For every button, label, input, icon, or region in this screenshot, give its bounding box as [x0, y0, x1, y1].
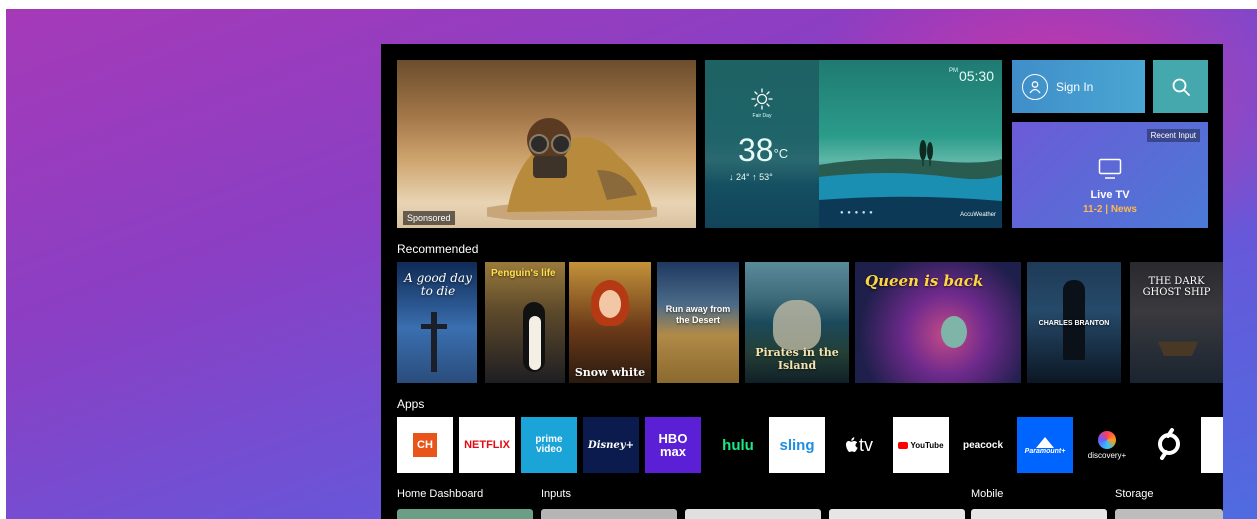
tile-title: Pirates in the Island: [755, 346, 839, 372]
face-shape: [599, 290, 621, 318]
app-label: Disney+: [588, 439, 634, 451]
weather-widget[interactable]: Fair Day 38°C ↓ 24° ↑ 53° PM05:30 ● ● ● …: [705, 60, 1002, 228]
app-label: CH: [417, 439, 433, 451]
app-label: NETFLIX: [464, 439, 510, 451]
app-peloton[interactable]: [1141, 417, 1197, 473]
storage-card[interactable]: [1115, 509, 1223, 519]
discovery-globe-icon: [1098, 430, 1116, 449]
app-sling[interactable]: sling: [769, 417, 825, 473]
app-apple-tv[interactable]: tv: [831, 417, 887, 473]
recommended-tile[interactable]: Snow white: [569, 262, 651, 383]
app-hbo-max[interactable]: HBO max: [645, 417, 701, 473]
app-paramount-plus[interactable]: Paramount+: [1017, 417, 1073, 473]
lg-channels-icon: CH: [413, 433, 437, 457]
recommended-row: A good day to die Penguin's life Snow wh…: [397, 262, 1223, 383]
tile-title: A good day to die: [404, 271, 472, 298]
tv-screen: Sponsored Fair Day 38°C ↓ 24° ↑ 53° PM05…: [381, 44, 1223, 519]
tile-title: Snow white: [574, 366, 646, 379]
input-card[interactable]: [685, 509, 821, 519]
sponsored-badge: Sponsored: [403, 211, 455, 225]
app-label: Paramount+: [1024, 447, 1066, 455]
app-hulu[interactable]: hulu: [707, 417, 769, 473]
skull-shape: [773, 300, 821, 350]
app-netflix[interactable]: NETFLIX: [459, 417, 515, 473]
recommended-tile[interactable]: Run away from the Desert: [657, 262, 739, 383]
app-label: peacock: [962, 439, 1004, 451]
temperature-value: 38: [738, 132, 774, 168]
recommended-tile[interactable]: THE DARK GHOST SHIP: [1130, 262, 1223, 383]
recommended-tile[interactable]: Penguin's life: [485, 262, 565, 383]
accuweather-logo: AccuWeather: [960, 212, 996, 218]
youtube-play-icon: [898, 441, 909, 449]
search-icon: [1172, 78, 1190, 96]
app-tile-partial[interactable]: [1201, 417, 1223, 473]
tile-title: Penguin's life: [491, 268, 556, 279]
temperature: 38°C: [738, 132, 788, 169]
input-card[interactable]: [541, 509, 677, 519]
app-label: hulu: [722, 436, 754, 454]
weather-condition: Fair Day: [752, 113, 772, 119]
apps-row: CH NETFLIX prime video Disney+ HBO max h…: [397, 417, 1223, 473]
app-lg-channels[interactable]: CH: [397, 417, 453, 473]
paramount-mountain-icon: [1036, 436, 1054, 448]
cross-shape: [431, 312, 437, 372]
tile-title: Run away from the Desert: [665, 304, 731, 325]
weather-info-panel: Fair Day 38°C ↓ 24° ↑ 53°: [705, 60, 819, 228]
user-icon: [1022, 73, 1048, 100]
app-youtube[interactable]: YouTube: [893, 417, 949, 473]
app-label: discovery+: [1087, 450, 1127, 460]
live-tv-label: Live TV: [1090, 189, 1130, 201]
ship-shape: [1158, 341, 1198, 356]
apps-title: Apps: [397, 397, 425, 411]
app-disney-plus[interactable]: Disney+: [583, 417, 639, 473]
search-button[interactable]: [1153, 60, 1208, 113]
sun-icon: [751, 88, 773, 110]
app-label: tv: [858, 434, 873, 455]
trees-icon: [919, 140, 933, 166]
cross-shape: [421, 324, 447, 329]
temperature-unit: °C: [773, 146, 789, 161]
tv-icon: [1098, 158, 1122, 179]
tile-title: Queen is back: [865, 272, 984, 290]
recommended-tile[interactable]: Queen is back: [855, 262, 1021, 383]
home-dashboard-label: Home Dashboard: [397, 488, 484, 500]
app-label: HBO max: [658, 431, 688, 459]
live-tv-channel: 11-2 | News: [1083, 204, 1137, 215]
app-peacock[interactable]: peacock: [955, 417, 1011, 473]
apple-logo-icon: [845, 437, 858, 452]
input-card[interactable]: [829, 509, 965, 519]
app-label: sling: [779, 436, 815, 454]
recommended-tile[interactable]: A good day to die: [397, 262, 477, 383]
penguin-belly: [529, 316, 541, 370]
clock: PM05:30: [949, 68, 994, 84]
low-high-temperature: ↓ 24° ↑ 53°: [729, 172, 773, 182]
app-prime-video[interactable]: prime video: [521, 417, 577, 473]
app-discovery-plus[interactable]: discovery+: [1079, 417, 1135, 473]
recommended-tile[interactable]: CHARLES BRANTON: [1027, 262, 1121, 383]
sign-in-button[interactable]: Sign In: [1012, 60, 1145, 113]
tile-title: THE DARK GHOST SHIP: [1142, 276, 1211, 298]
sponsored-hero-banner[interactable]: Sponsored: [397, 60, 696, 228]
sign-in-label: Sign In: [1056, 79, 1094, 94]
hero-image: [487, 118, 657, 220]
mobile-card[interactable]: [971, 509, 1107, 519]
home-dashboard-card[interactable]: [397, 509, 533, 519]
inputs-label: Inputs: [541, 488, 571, 500]
clock-ampm: PM: [948, 68, 958, 74]
mobile-label: Mobile: [971, 488, 1004, 500]
app-label: prime video: [535, 434, 563, 455]
tile-title: CHARLES BRANTON: [1038, 320, 1110, 327]
live-tv-card[interactable]: Recent Input Live TV 11-2 | News: [1012, 122, 1208, 228]
app-label: YouTube: [910, 440, 944, 450]
storage-label: Storage: [1115, 488, 1154, 500]
carousel-dots[interactable]: ● ● ● ● ●: [840, 210, 874, 216]
bottom-dashboard-row: Home Dashboard Inputs Mobile Storage: [381, 487, 1223, 519]
recommended-tile[interactable]: Pirates in the Island: [745, 262, 849, 383]
recent-input-badge: Recent Input: [1146, 129, 1200, 142]
peloton-icon: [1158, 428, 1180, 460]
recommended-title: Recommended: [397, 242, 479, 256]
clock-time: 05:30: [958, 68, 994, 84]
face-shape: [941, 316, 967, 348]
